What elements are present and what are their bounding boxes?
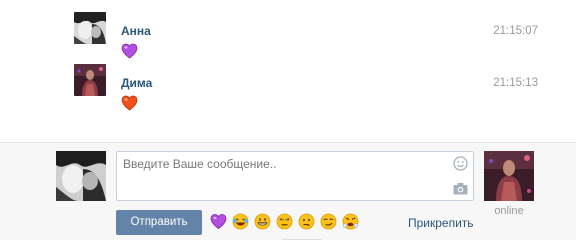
message-time: 21:15:07 [493, 25, 538, 37]
online-status: online [494, 205, 524, 217]
my-avatar[interactable] [56, 151, 106, 201]
smirk-emoji-icon[interactable] [320, 213, 337, 230]
unamused-emoji-icon[interactable] [276, 213, 293, 230]
peer-avatar[interactable] [484, 151, 534, 201]
message-input[interactable] [117, 152, 447, 200]
avatar[interactable] [74, 12, 106, 44]
joy-emoji-icon[interactable] [232, 213, 249, 230]
purple-heart-icon[interactable] [210, 213, 227, 230]
orange-heart-icon [121, 95, 138, 111]
purple-heart-icon [121, 43, 138, 59]
message-input-box [116, 151, 474, 201]
avatar[interactable] [74, 64, 106, 96]
confused-emoji-icon[interactable] [298, 213, 315, 230]
message-item: Дима 21:15:13 [74, 64, 544, 111]
send-button[interactable]: Отправить [116, 210, 202, 235]
smile-icon[interactable] [453, 156, 468, 171]
message-composer: online Отправить [0, 142, 576, 240]
attach-link[interactable]: Прикрепить [408, 216, 474, 230]
message-item: Анна 21:15:07 [74, 12, 544, 59]
message-author[interactable]: Анна [121, 24, 151, 38]
message-author[interactable]: Дима [121, 76, 152, 90]
message-history: Анна 21:15:07 Дима 21:15:13 [0, 0, 576, 142]
triumph-emoji-icon[interactable] [342, 213, 359, 230]
message-time: 21:15:13 [493, 77, 538, 89]
camera-icon[interactable] [453, 182, 468, 195]
grin-emoji-icon[interactable] [254, 213, 271, 230]
